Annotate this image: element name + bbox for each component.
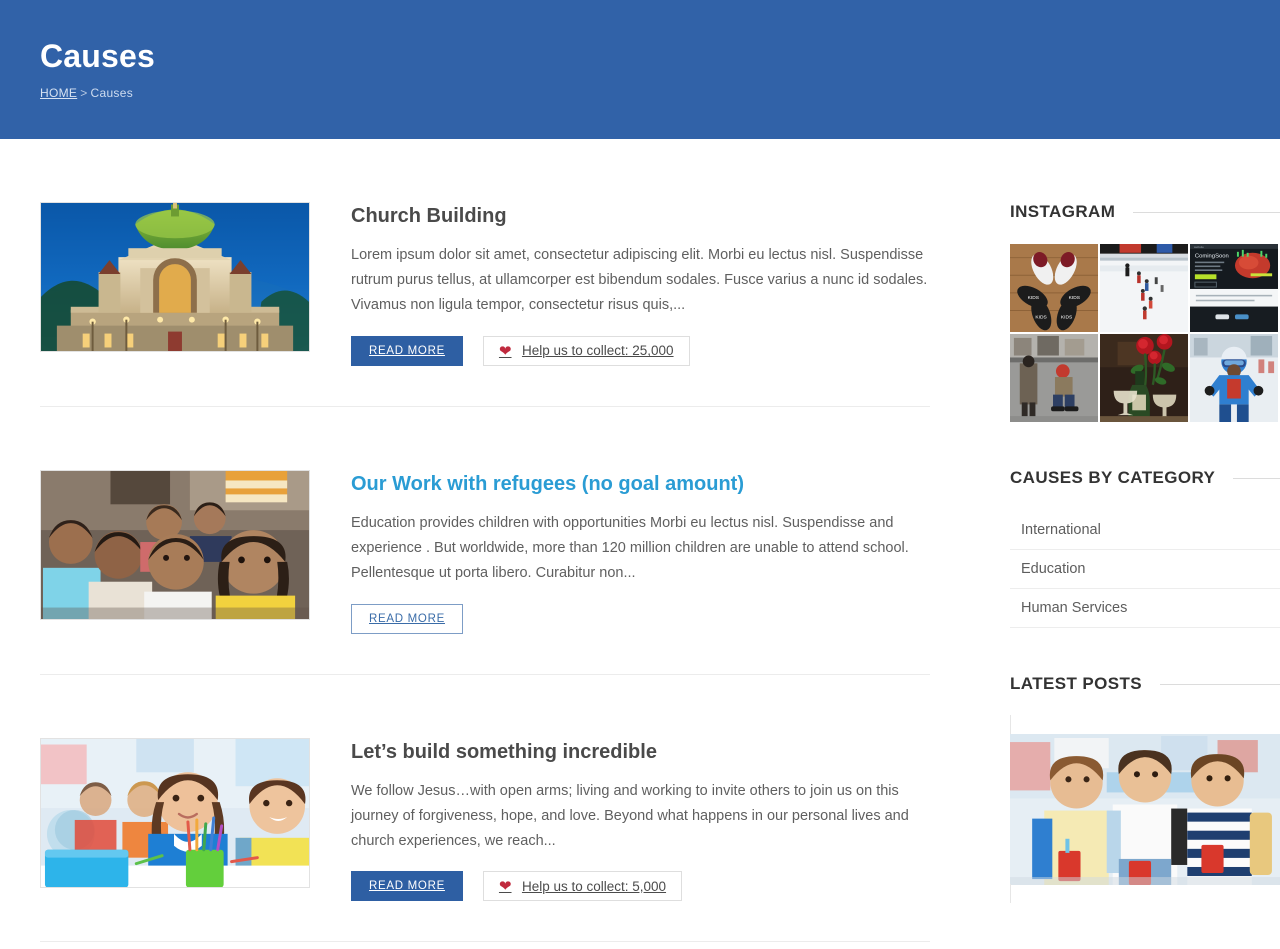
widget-causes-by-category: CAUSES BY CATEGORY International Educati… <box>1010 468 1280 628</box>
cause-title[interactable]: Church Building <box>351 204 930 229</box>
widget-title-text: LATEST POSTS <box>1010 674 1142 693</box>
cause-card: Let’s build something incredible We foll… <box>40 675 930 943</box>
child-snowsuit-image <box>1190 334 1278 422</box>
cause-title[interactable]: Let’s build something incredible <box>351 740 930 765</box>
instagram-tile[interactable]: website ComingSoon <box>1190 244 1278 332</box>
svg-text:KIDS: KIDS <box>1028 295 1040 301</box>
wine-and-roses-image <box>1100 334 1188 422</box>
cause-title[interactable]: Our Work with refugees (no goal amount) <box>351 472 930 497</box>
page-title: Causes <box>40 37 156 74</box>
cause-thumbnail[interactable] <box>40 202 310 352</box>
list-item: International <box>1010 510 1280 550</box>
category-link-education[interactable]: Education <box>1010 550 1280 588</box>
category-link-human-services[interactable]: Human Services <box>1010 589 1280 627</box>
title-rule <box>1233 477 1280 479</box>
cause-excerpt: We follow Jesus…with open arms; living a… <box>351 782 909 849</box>
widget-title: CAUSES BY CATEGORY <box>1010 468 1280 488</box>
svg-text:KIDS: KIDS <box>1035 314 1047 320</box>
cause-body: Church Building Lorem ipsum dolor sit am… <box>351 202 930 366</box>
svg-text:KIDS: KIDS <box>1069 295 1081 301</box>
ice-rink-image <box>1100 244 1188 332</box>
widget-latest-posts: LATEST POSTS <box>1010 674 1280 904</box>
widget-title: INSTAGRAM <box>1010 202 1280 222</box>
page-layout: Church Building Lorem ipsum dolor sit am… <box>0 139 1280 949</box>
widget-title: LATEST POSTS <box>1010 674 1280 694</box>
donate-label: Help us to collect: 5,000 <box>521 878 667 894</box>
read-more-button[interactable]: READ MORE <box>351 871 463 902</box>
cause-card: Church Building Lorem ipsum dolor sit am… <box>40 139 930 407</box>
website-screen-image: website ComingSoon <box>1190 244 1278 332</box>
children-group-image <box>41 470 309 619</box>
instagram-tile[interactable] <box>1010 334 1098 422</box>
heart-icon: ❤ <box>498 878 512 896</box>
read-more-button[interactable]: READ MORE <box>351 603 463 634</box>
widget-title-text: CAUSES BY CATEGORY <box>1010 468 1216 487</box>
read-more-button[interactable]: READ MORE <box>351 335 463 366</box>
category-link-international[interactable]: International <box>1010 511 1280 549</box>
breadcrumb-current: Causes <box>90 86 134 101</box>
title-rule <box>1160 683 1280 685</box>
instagram-tile[interactable]: KIDS KIDS KIDS KIDS <box>1010 244 1098 332</box>
widget-instagram: INSTAGRAM KIDS KIDS KIDS KIDS website Co… <box>1010 202 1280 422</box>
cause-actions: READ MORE <box>351 603 930 634</box>
svg-text:website: website <box>1194 245 1204 249</box>
cause-excerpt: Education provides children with opportu… <box>351 514 909 581</box>
breadcrumb-separator: > <box>80 86 88 101</box>
cause-thumbnail[interactable] <box>40 737 310 888</box>
instagram-tile[interactable] <box>1190 334 1278 422</box>
instagram-tile[interactable] <box>1100 334 1188 422</box>
street-skating-image <box>1010 334 1098 422</box>
sneakers-image: KIDS KIDS KIDS KIDS <box>1010 244 1098 332</box>
school-children-image <box>1010 734 1280 886</box>
donate-label: Help us to collect: 25,000 <box>521 343 674 359</box>
cause-card: Our Work with refugees (no goal amount) … <box>40 407 930 675</box>
page-header: Causes HOME > Causes <box>0 0 1280 139</box>
breadcrumb-home-link[interactable]: HOME <box>40 86 77 100</box>
church-building-image <box>41 203 309 351</box>
classroom-children-image <box>41 738 309 887</box>
latest-post-thumbnail[interactable] <box>1010 715 1280 904</box>
sidebar: INSTAGRAM KIDS KIDS KIDS KIDS website Co… <box>1010 139 1280 949</box>
causes-list: Church Building Lorem ipsum dolor sit am… <box>40 139 930 943</box>
donate-button[interactable]: ❤ Help us to collect: 5,000 <box>482 871 683 902</box>
category-list: International Education Human Services <box>1010 510 1280 628</box>
list-item: Human Services <box>1010 589 1280 628</box>
cause-actions: READ MORE ❤ Help us to collect: 25,000 <box>351 335 930 366</box>
cause-thumbnail[interactable] <box>40 469 310 620</box>
cause-body: Let’s build something incredible We foll… <box>351 738 930 902</box>
cause-actions: READ MORE ❤ Help us to collect: 5,000 <box>351 871 930 902</box>
instagram-grid: KIDS KIDS KIDS KIDS website ComingSoon <box>1010 244 1278 422</box>
heart-icon: ❤ <box>498 342 512 360</box>
svg-text:ComingSoon: ComingSoon <box>1195 254 1229 260</box>
donate-button[interactable]: ❤ Help us to collect: 25,000 <box>482 335 690 366</box>
svg-text:KIDS: KIDS <box>1061 314 1073 320</box>
cause-excerpt: Lorem ipsum dolor sit amet, consectetur … <box>351 247 928 313</box>
cause-body: Our Work with refugees (no goal amount) … <box>351 470 930 634</box>
list-item: Education <box>1010 550 1280 589</box>
title-rule <box>1133 211 1280 213</box>
instagram-tile[interactable] <box>1100 244 1188 332</box>
widget-title-text: INSTAGRAM <box>1010 202 1116 221</box>
breadcrumb: HOME > Causes <box>40 86 1240 100</box>
